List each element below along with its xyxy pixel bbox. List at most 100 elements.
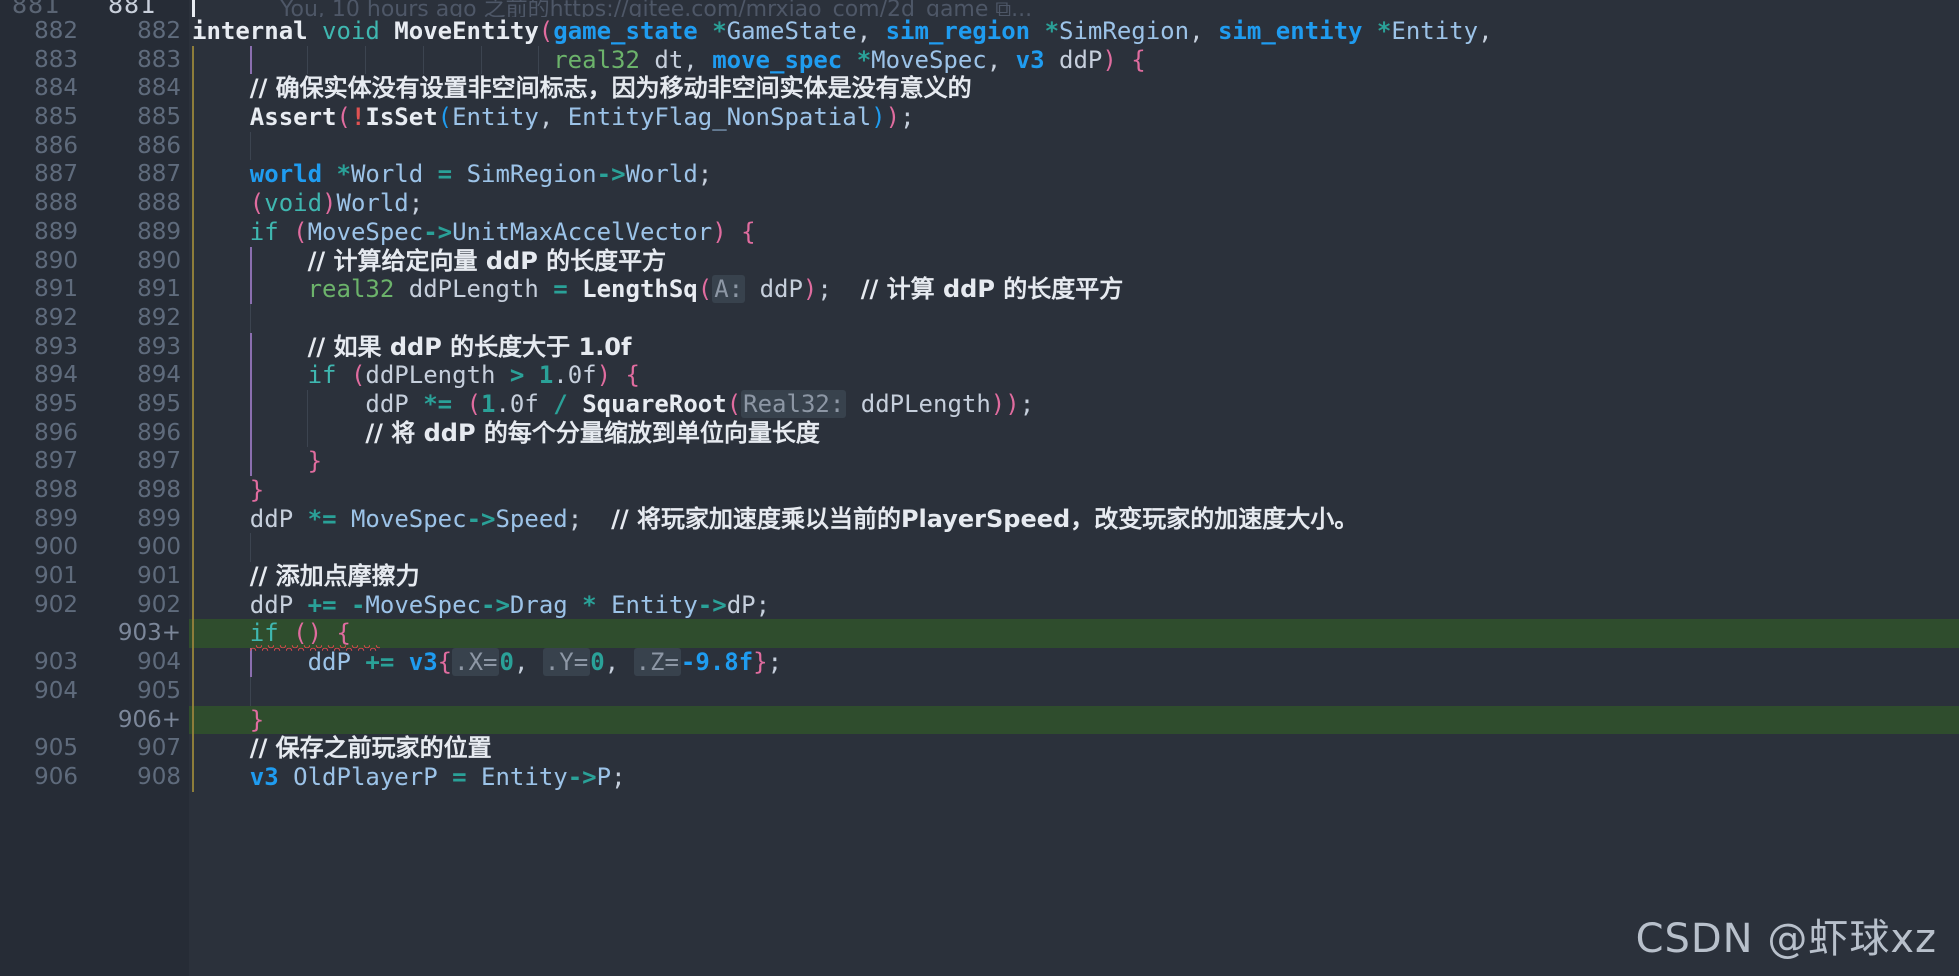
gutter-row[interactable]: 886 886	[0, 132, 189, 161]
indent-guides	[189, 131, 1959, 161]
line-number-gutter[interactable]: 882 882 883 883 884 884 885 885 886 886 887 887 888 8…	[0, 17, 189, 976]
gutter-row[interactable]: 884 884	[0, 74, 189, 103]
code-editor-diff-view[interactable]: 881 881 You, 10 hours ago 之前的https://git…	[0, 0, 1959, 976]
operator: -	[567, 762, 583, 791]
gutter-row[interactable]: 889 889	[0, 218, 189, 247]
gutter-row[interactable]: 903+	[0, 619, 189, 648]
identifier: UnitMaxAccelVector	[452, 217, 713, 246]
code-line[interactable]: // 如果 ddP 的长度大于 1.0f	[189, 332, 1959, 362]
code-line[interactable]: internal void MoveEntity(game_state *Gam…	[189, 17, 1959, 46]
brace: {	[336, 619, 351, 648]
code-line-added[interactable]: if () {	[189, 619, 1959, 652]
gutter-row[interactable]: 893 893	[0, 333, 189, 362]
operator: >	[582, 762, 597, 791]
code-line-text: real32 dt, move_spec *MoveSpec, v3 ddP) …	[553, 45, 1146, 74]
new-line-number: 895	[137, 390, 181, 417]
code-line[interactable]: }	[189, 476, 1959, 505]
code-line[interactable]: real32 ddPLength = LengthSq(A: ddP); // …	[189, 275, 1959, 304]
parenthesis: )	[1005, 389, 1020, 418]
indent-guides	[189, 705, 1959, 735]
operator: >	[495, 590, 510, 619]
gutter-row[interactable]: 896 896	[0, 419, 189, 448]
gutter-row[interactable]: 887 887	[0, 160, 189, 189]
gutter-row[interactable]: 904 905	[0, 677, 189, 706]
code-comment: // 计算 ddP 的长度平方	[860, 275, 1124, 304]
old-line-number: 882	[34, 18, 78, 44]
gutter-row[interactable]: 892 892	[0, 304, 189, 333]
indent-guide	[192, 676, 194, 706]
old-line-number: 904	[34, 677, 78, 704]
code-line[interactable]: ddP *= MoveSpec->Speed; // 将玩家加速度乘以当前的Pl…	[189, 504, 1959, 534]
parenthesis: )	[322, 189, 337, 218]
old-line-number: 901	[34, 563, 78, 590]
old-line-number: 886	[34, 132, 78, 159]
gutter-row[interactable]: 890 890	[0, 247, 189, 276]
code-line-text: world *World = SimRegion->World;	[249, 160, 713, 189]
code-line[interactable]: // 添加点摩擦力	[189, 562, 1959, 591]
new-line-number: 884	[137, 75, 181, 102]
identifier: World	[625, 160, 698, 189]
code-line[interactable]	[189, 131, 1959, 161]
gutter-row[interactable]: 883 883	[0, 46, 189, 75]
code-line[interactable]: ddP += -MoveSpec->Drag * Entity->dP;	[189, 590, 1959, 620]
gutter-row[interactable]: 891 891	[0, 275, 189, 304]
old-line-number: 892	[34, 304, 78, 331]
code-line[interactable]: if (ddPLength > 1.0f) {	[189, 361, 1959, 390]
operator: -	[596, 160, 612, 189]
function-name: Assert	[249, 103, 337, 132]
identifier: SimRegion	[466, 160, 597, 189]
gutter-row[interactable]: 905 907	[0, 734, 189, 763]
gutter-row[interactable]: 900 900	[0, 533, 189, 562]
gutter-row[interactable]: 898 898	[0, 476, 189, 505]
code-line[interactable]: world *World = SimRegion->World;	[189, 160, 1959, 190]
gutter-row[interactable]: 903 904	[0, 648, 189, 677]
gutter-row[interactable]: 882 882	[0, 17, 189, 46]
code-content-area[interactable]: internal void MoveEntity(game_state *Gam…	[189, 17, 1959, 976]
code-line-added[interactable]: }	[189, 705, 1959, 735]
gutter-row[interactable]: 897 897	[0, 447, 189, 476]
gutter-row[interactable]: 888 888	[0, 189, 189, 218]
old-line-number: 890	[34, 247, 78, 274]
brace: }	[249, 476, 265, 504]
gutter-row[interactable]: 894 894	[0, 361, 189, 390]
gutter-row[interactable]: 895 895	[0, 390, 189, 419]
old-line-number: 902	[34, 591, 78, 618]
code-line[interactable]: Assert(!IsSet(Entity, EntityFlag_NonSpat…	[189, 103, 1959, 132]
code-line[interactable]	[189, 303, 1959, 333]
brace: {	[1131, 45, 1146, 74]
parenthesis: )	[1102, 45, 1117, 74]
code-line[interactable]: // 确保实体没有设置非空间标志，因为移动非空间实体是没有意义的	[189, 74, 1959, 104]
code-line[interactable]	[189, 676, 1959, 706]
new-line-number: 898	[137, 477, 181, 503]
code-line-text: }	[189, 447, 322, 475]
gutter-row[interactable]: 906 908	[0, 763, 189, 792]
code-line[interactable]: ddP += v3{.X=0, .Y=0, .Z=-9.8f};	[189, 648, 1959, 677]
identifier: Entity	[611, 590, 698, 619]
blame-strip: 881 881 You, 10 hours ago 之前的https://git…	[0, 0, 1959, 17]
gutter-row[interactable]: 885 885	[0, 103, 189, 132]
code-line[interactable]: real32 dt, move_spec *MoveSpec, v3 ddP) …	[189, 45, 1959, 75]
code-line[interactable]: }	[189, 447, 1959, 476]
code-line[interactable]: // 保存之前玩家的位置	[189, 734, 1959, 763]
new-line-number: 888	[137, 190, 181, 217]
new-line-number: 897	[137, 448, 181, 475]
old-line-number: 897	[34, 448, 78, 475]
indent-guide	[192, 303, 194, 333]
code-line[interactable]: v3 OldPlayerP = Entity->P;	[189, 762, 1959, 792]
identifier: MoveSpec	[365, 590, 482, 619]
parenthesis: (	[293, 217, 308, 246]
gutter-row[interactable]: 901 901	[0, 562, 189, 591]
old-line-number: 906	[34, 763, 78, 790]
code-comment: // 添加点摩擦力	[249, 562, 420, 591]
identifier: Speed	[495, 504, 568, 533]
code-line[interactable]: if (MoveSpec->UnitMaxAccelVector) {	[189, 217, 1959, 247]
gutter-row[interactable]: 899 899	[0, 505, 189, 534]
code-line[interactable]: // 计算给定向量 ddP 的长度平方	[189, 246, 1959, 276]
code-line[interactable]: ddP *= (1.0f / SquareRoot(Real32: ddPLen…	[189, 389, 1959, 419]
gutter-row[interactable]: 902 902	[0, 591, 189, 620]
gutter-row[interactable]: 906+	[0, 706, 189, 735]
code-line[interactable]: (void)World;	[189, 189, 1959, 218]
code-line[interactable]: // 将 ddP 的每个分量缩放到单位向量长度	[189, 418, 1959, 448]
code-line[interactable]	[189, 533, 1959, 563]
type-name: sim_region	[885, 17, 1031, 45]
